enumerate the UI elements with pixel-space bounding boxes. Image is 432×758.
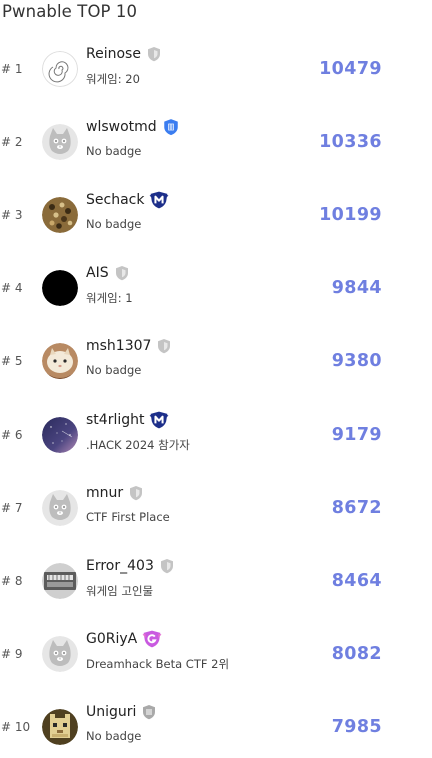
leaderboard-row[interactable]: # 4 AIS 워게임: 1 9844: [0, 257, 432, 319]
user-badge-text: 워게임: 20: [86, 72, 140, 86]
leaderboard-row[interactable]: # 3 Sechack No badge 10199: [0, 184, 432, 246]
leaderboard-row[interactable]: # 2 wlswotmd No badge 10336: [0, 111, 432, 173]
user-badge-text: 워게임: 1: [86, 291, 133, 306]
user-badge-text: .HACK 2024 참가자: [86, 437, 190, 452]
gray-shield-icon: [128, 485, 144, 501]
avatar[interactable]: [42, 416, 78, 453]
gray-bars-shield-icon: [141, 704, 157, 720]
leaderboard-row[interactable]: # 9 G0RiyA Dreamhack Beta CTF 2위 8082: [0, 623, 432, 685]
avatar[interactable]: [42, 343, 78, 380]
name-line: Error_403: [86, 556, 175, 576]
score-value: 10199: [319, 205, 382, 226]
user-badge-text: No badge: [86, 363, 142, 378]
leaderboard-row[interactable]: # 7 mnur CTF First Place 8672: [0, 477, 432, 539]
rank-label: # 7: [1, 500, 23, 515]
name-line: mnur: [86, 483, 144, 503]
username-link[interactable]: AIS: [86, 265, 109, 281]
leaderboard-row[interactable]: # 6 st4rlight .HACK 2024 참가자 9179: [0, 404, 432, 466]
username-link[interactable]: G0RiyA: [86, 631, 137, 647]
page-title: Pwnable TOP 10: [2, 2, 138, 21]
user-badge-text: No badge: [86, 144, 142, 159]
pink-g-shield-icon: [142, 630, 162, 648]
gray-shield-icon: [156, 338, 172, 354]
username-link[interactable]: Sechack: [86, 192, 144, 208]
name-line: AIS: [86, 263, 130, 283]
blue-shield-icon: [162, 118, 180, 136]
avatar[interactable]: [42, 635, 78, 672]
leaderboard-row[interactable]: # 8 Error_403 워게임 고인물 8464: [0, 550, 432, 612]
gray-shield-icon: [159, 558, 175, 574]
user-badge-text: 워게임 고인물: [86, 583, 154, 598]
gray-shield-icon: [146, 46, 162, 62]
leaderboard-row[interactable]: # 10 Uniguri No badge 7985: [0, 696, 432, 758]
score-value: 8672: [331, 497, 382, 518]
name-line: wlswotmd: [86, 117, 180, 137]
username-link[interactable]: Uniguri: [86, 704, 136, 720]
username-link[interactable]: Error_403: [86, 558, 154, 574]
rank-label: # 6: [1, 427, 23, 442]
score-value: 7985: [331, 716, 382, 737]
rank-label: # 10: [1, 719, 31, 734]
score-value: 9844: [331, 278, 382, 299]
name-line: G0RiyA: [86, 629, 162, 649]
rank-label: # 9: [1, 646, 23, 661]
user-badge-text: No badge: [86, 217, 142, 232]
name-line: Uniguri: [86, 702, 157, 722]
rank-label: # 1: [1, 62, 23, 76]
avatar[interactable]: [42, 197, 78, 234]
leaderboard-row[interactable]: # 1 Reinose 워게임: 20 10479: [0, 38, 432, 100]
score-value: 10479: [319, 59, 382, 79]
user-badge-text: No badge: [86, 728, 142, 743]
rank-label: # 3: [1, 208, 23, 223]
name-line: msh1307: [86, 336, 172, 356]
score-value: 9380: [331, 351, 382, 372]
score-value: 8464: [331, 570, 382, 591]
user-badge-text: CTF First Place: [86, 509, 170, 524]
avatar[interactable]: [42, 51, 78, 87]
avatar[interactable]: [42, 124, 78, 161]
score-value: 10336: [319, 132, 382, 153]
username-link[interactable]: wlswotmd: [86, 119, 157, 135]
username-link[interactable]: st4rlight: [86, 412, 144, 428]
score-value: 8082: [331, 643, 382, 664]
navy-m-shield-icon: [149, 191, 169, 209]
username-link[interactable]: msh1307: [86, 338, 151, 354]
user-badge-text: Dreamhack Beta CTF 2위: [86, 656, 230, 671]
avatar[interactable]: [42, 562, 78, 599]
avatar[interactable]: [42, 489, 78, 526]
name-line: Sechack: [86, 190, 169, 210]
name-line: Reinose: [86, 44, 162, 64]
avatar[interactable]: [42, 270, 78, 307]
navy-m-shield-icon: [149, 411, 169, 429]
name-line: st4rlight: [86, 410, 169, 430]
gray-shield-icon: [114, 265, 130, 281]
rank-label: # 5: [1, 354, 23, 369]
rank-label: # 2: [1, 135, 23, 150]
username-link[interactable]: Reinose: [86, 46, 141, 62]
username-link[interactable]: mnur: [86, 485, 123, 501]
rank-label: # 8: [1, 573, 23, 588]
leaderboard-row[interactable]: # 5 msh1307 No badge 9380: [0, 330, 432, 392]
rank-label: # 4: [1, 281, 23, 296]
avatar[interactable]: [42, 708, 78, 745]
score-value: 9179: [331, 424, 382, 445]
